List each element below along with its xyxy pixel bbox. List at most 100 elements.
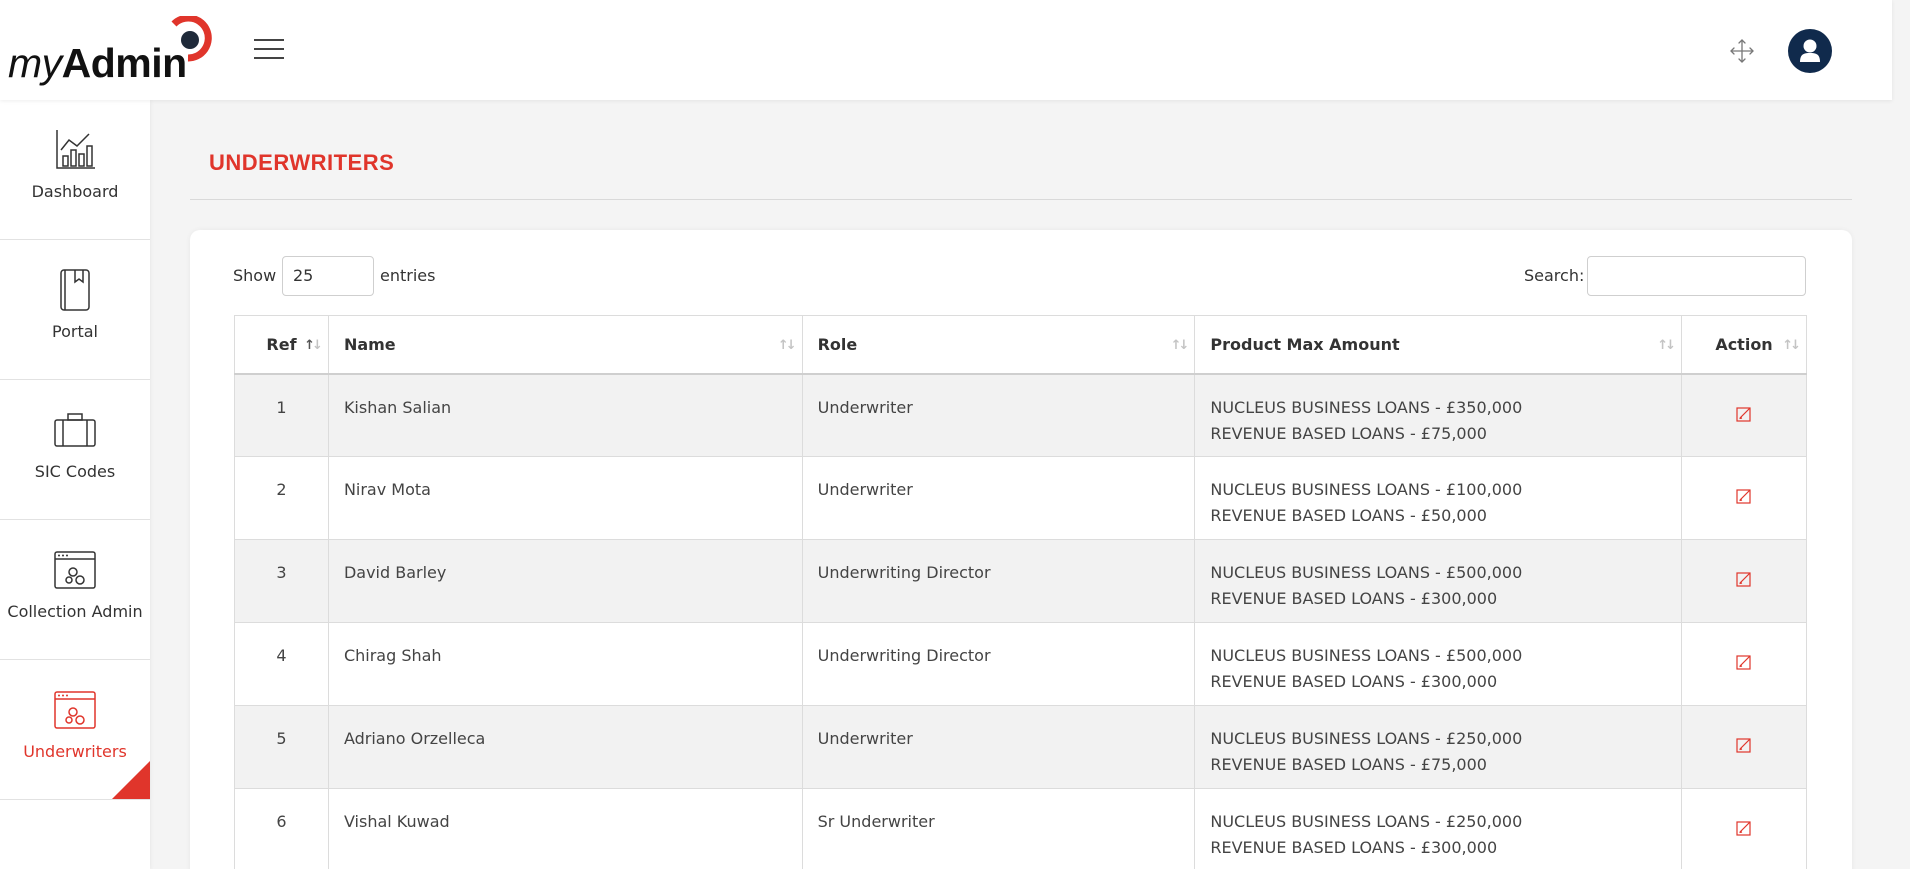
cell-name: David Barley: [327, 539, 803, 623]
cell-product-max-amount: NUCLEUS BUSINESS LOANS - £500,000 REVENUE…: [1194, 539, 1683, 623]
column-header-ref[interactable]: Ref ↑↓: [234, 315, 329, 375]
column-header-role[interactable]: Role ↑↓: [801, 315, 1196, 375]
underwriters-table: Ref ↑↓ Name ↑↓ Role ↑↓ Product Max Amount ↑↓…: [234, 315, 1807, 869]
search-input[interactable]: [1587, 256, 1806, 296]
cell-action: [1681, 539, 1807, 623]
show-label: Show: [233, 266, 277, 285]
sidebar-item-collection-admin[interactable]: Collection Admin: [0, 520, 150, 660]
sort-icon: ↑↓: [1657, 338, 1676, 353]
cell-name: Nirav Mota: [327, 456, 803, 540]
edit-icon: [1736, 655, 1751, 670]
sidebar-item-dashboard[interactable]: Dashboard: [0, 100, 150, 240]
briefcase-icon: [54, 413, 96, 447]
amount-line: NUCLEUS BUSINESS LOANS - £500,000: [1210, 646, 1523, 665]
cell-name: Kishan Salian: [327, 373, 803, 457]
edit-icon: [1736, 406, 1751, 422]
expand-arrows-icon[interactable]: [1729, 38, 1755, 64]
column-header-action[interactable]: Action ↑↓: [1681, 315, 1807, 375]
edit-button[interactable]: [1735, 821, 1753, 841]
sidebar-item-underwriters[interactable]: Underwriters: [0, 660, 150, 800]
edit-icon: [1736, 821, 1751, 836]
cell-role: Underwriter: [801, 373, 1196, 457]
amount-line: REVENUE BASED LOANS - £300,000: [1210, 838, 1498, 857]
table-row: 1 Kishan Salian Underwriter NUCLEUS BUSINES…: [234, 373, 1807, 457]
column-header-product-max-amount[interactable]: Product Max Amount ↑↓: [1194, 315, 1683, 375]
edit-button[interactable]: [1735, 738, 1753, 758]
logo-text: myAdmin: [8, 40, 187, 87]
cell-name: Adriano Orzelleca: [327, 705, 803, 789]
active-indicator: [112, 761, 150, 799]
edit-button[interactable]: [1735, 572, 1753, 592]
table-header-row: Ref ↑↓ Name ↑↓ Role ↑↓ Product Max Amount ↑↓…: [234, 315, 1807, 375]
edit-button[interactable]: [1735, 406, 1753, 427]
book-icon: [60, 269, 90, 311]
sort-icon: ↑↓: [777, 338, 797, 353]
cell-name: Vishal Kuwad: [327, 788, 803, 869]
cell-role: Underwriter: [801, 705, 1196, 789]
cell-role: Underwriting Director: [801, 622, 1196, 706]
amount-line: REVENUE BASED LOANS - £300,000: [1210, 589, 1498, 608]
sidebar-item-label: Portal: [52, 322, 98, 341]
browser-gears-icon: [54, 691, 96, 729]
edit-icon: [1736, 738, 1751, 753]
column-header-label: Product Max Amount: [1210, 334, 1400, 354]
sidebar: Dashboard Portal SIC Codes Collection Ad…: [0, 100, 150, 869]
amount-line: REVENUE BASED LOANS - £75,000: [1210, 755, 1487, 774]
column-header-label: Name: [343, 334, 396, 354]
cell-ref: 5: [234, 705, 329, 789]
edit-button[interactable]: [1735, 655, 1753, 675]
cell-ref: 2: [234, 456, 329, 540]
column-header-name[interactable]: Name ↑↓: [327, 315, 803, 375]
search-label: Search:: [1524, 266, 1585, 285]
cell-ref: 6: [234, 788, 329, 869]
table-row: 2 Nirav Mota Underwriter NUCLEUS BUSINESS L…: [234, 456, 1807, 540]
amount-line: NUCLEUS BUSINESS LOANS - £350,000: [1210, 397, 1523, 417]
logo-mark-icon: [171, 16, 212, 62]
title-divider: [190, 199, 1852, 200]
cell-ref: 1: [234, 373, 329, 457]
table-row: 3 David Barley Underwriting Director NUCLEU…: [234, 539, 1807, 623]
cell-action: [1681, 373, 1807, 457]
table-row: 4 Chirag Shah Underwriting Director NUCLEUS…: [234, 622, 1807, 706]
cell-action: [1681, 788, 1807, 869]
cell-action: [1681, 622, 1807, 706]
sidebar-item-sic-codes[interactable]: SIC Codes: [0, 380, 150, 520]
amount-line: NUCLEUS BUSINESS LOANS - £500,000: [1210, 563, 1523, 582]
entries-label: entries: [380, 266, 436, 285]
logo[interactable]: myAdmin: [8, 16, 213, 86]
logo-my: my: [8, 40, 62, 86]
edit-icon: [1736, 572, 1751, 587]
table-card: Show 25 entries Search: Ref ↑↓ Name ↑↓ Rol…: [190, 230, 1852, 869]
amount-line: NUCLEUS BUSINESS LOANS - £100,000: [1210, 480, 1523, 499]
cell-product-max-amount: NUCLEUS BUSINESS LOANS - £500,000 REVENUE…: [1194, 622, 1683, 706]
column-header-label: Action: [1715, 334, 1773, 354]
amount-line: NUCLEUS BUSINESS LOANS - £250,000: [1210, 729, 1523, 748]
cell-product-max-amount: NUCLEUS BUSINESS LOANS - £350,000 REVENUE…: [1194, 373, 1683, 457]
hamburger-icon[interactable]: [254, 39, 284, 61]
page-title: UNDERWRITERS: [209, 150, 395, 175]
user-avatar-icon[interactable]: [1788, 29, 1832, 73]
page-size-select[interactable]: 25: [282, 256, 374, 296]
amount-line: NUCLEUS BUSINESS LOANS - £250,000: [1210, 812, 1523, 831]
edit-button[interactable]: [1735, 489, 1753, 509]
sort-icon: ↑↓: [304, 338, 323, 353]
cell-role: Underwriter: [801, 456, 1196, 540]
amount-line: REVENUE BASED LOANS - £300,000: [1210, 672, 1498, 691]
sort-icon: ↑↓: [1782, 338, 1801, 353]
cell-product-max-amount: NUCLEUS BUSINESS LOANS - £250,000 REVENUE…: [1194, 788, 1683, 869]
amount-line: REVENUE BASED LOANS - £75,000: [1210, 423, 1487, 443]
sidebar-item-portal[interactable]: Portal: [0, 240, 150, 380]
sidebar-item-label: Underwriters: [23, 742, 127, 761]
top-bar: myAdmin: [0, 0, 1892, 100]
user-silhouette-icon: [1800, 39, 1820, 62]
cell-action: [1681, 456, 1807, 540]
cell-product-max-amount: NUCLEUS BUSINESS LOANS - £100,000 REVENUE…: [1194, 456, 1683, 540]
amount-line: REVENUE BASED LOANS - £50,000: [1210, 506, 1487, 525]
table-row: 5 Adriano Orzelleca Underwriter NUCLEUS BUS…: [234, 705, 1807, 789]
cell-name: Chirag Shah: [327, 622, 803, 706]
sidebar-item-label: Collection Admin: [7, 602, 143, 621]
edit-icon: [1736, 489, 1751, 504]
cell-product-max-amount: NUCLEUS BUSINESS LOANS - £250,000 REVENUE…: [1194, 705, 1683, 789]
cell-action: [1681, 705, 1807, 789]
cell-role: Underwriting Director: [801, 539, 1196, 623]
